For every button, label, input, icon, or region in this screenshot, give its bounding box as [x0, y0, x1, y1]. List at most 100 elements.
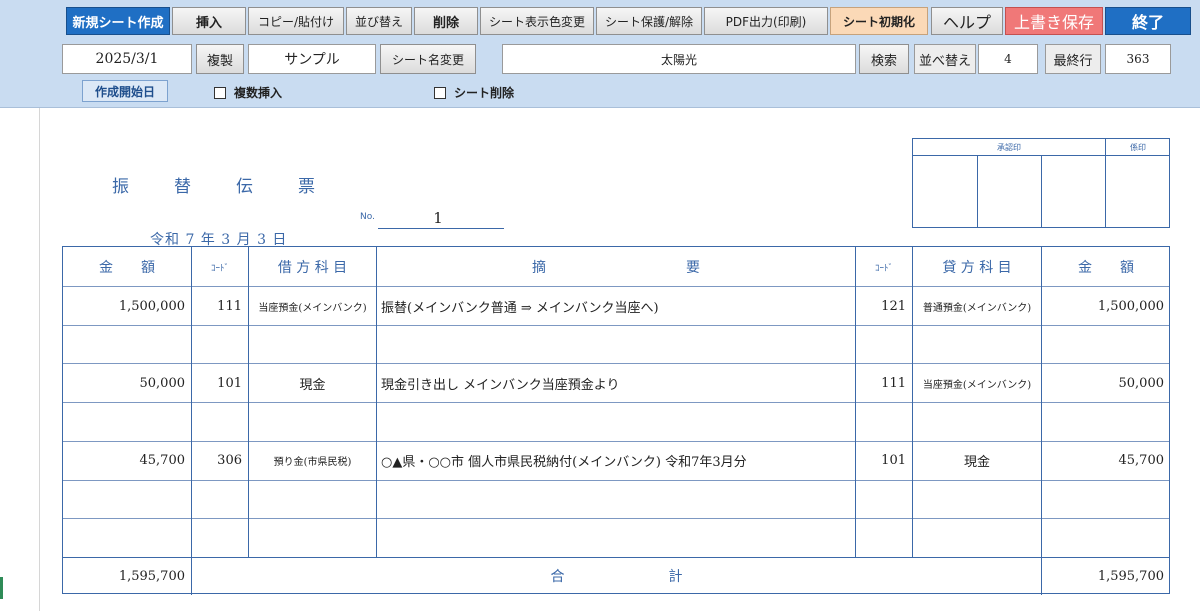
summary-cell[interactable]: ○▲県・○○市 個人市県民税納付(メインバンク) 令和7年3月分	[377, 442, 855, 480]
sort-button[interactable]: 並び替え	[346, 7, 412, 35]
date-input[interactable]: 2025/3/1	[62, 44, 192, 74]
overwrite-save-button[interactable]: 上書き保存	[1005, 7, 1103, 35]
debit-account-cell[interactable]	[249, 519, 376, 557]
debit-account-cell[interactable]	[249, 326, 376, 364]
row-gutter	[0, 108, 40, 611]
debit-amount-cell[interactable]	[63, 403, 191, 441]
column-divider	[191, 247, 192, 595]
sheet-protect-button[interactable]: シート保護/解除	[596, 7, 702, 35]
debit-code-cell[interactable]: 306	[192, 442, 248, 480]
total-label-char: 計	[668, 569, 683, 585]
debit-code-cell[interactable]	[192, 481, 248, 519]
credit-account-cell[interactable]: 当座預金(メインバンク)	[913, 364, 1041, 402]
exit-button[interactable]: 終了	[1105, 7, 1191, 35]
total-label: 合計	[192, 557, 1041, 595]
voucher-table: 金 額 ｺｰﾄﾞ 借 方 科 目 摘 要 ｺｰﾄﾞ 貸 方 科 目 金 額 1,…	[62, 246, 1170, 595]
total-label-char: 合	[550, 569, 565, 585]
debit-code-cell[interactable]	[192, 519, 248, 557]
stamp-divider	[977, 155, 978, 227]
header-credit-account: 貸 方 科 目	[942, 260, 1012, 276]
debit-account-cell[interactable]	[249, 481, 376, 519]
title-char: 振	[112, 177, 133, 197]
debit-account-cell[interactable]: 預り金(市県民税)	[249, 442, 376, 480]
delete-button[interactable]: 削除	[414, 7, 478, 35]
credit-code-cell[interactable]: 111	[856, 364, 912, 402]
sheet-tab-marker	[0, 577, 3, 599]
credit-code-cell[interactable]: 101	[856, 442, 912, 480]
sort-order-input[interactable]: 4	[978, 44, 1038, 74]
voucher-number[interactable]: 1	[378, 209, 498, 227]
voucher-title: 振替伝票	[112, 172, 360, 197]
title-char: 票	[298, 177, 319, 197]
debit-code-cell[interactable]	[192, 403, 248, 441]
search-button[interactable]: 検索	[859, 44, 909, 74]
insert-button[interactable]: 挿入	[172, 7, 246, 35]
credit-code-cell[interactable]: 121	[856, 287, 912, 325]
debit-account-cell[interactable]: 当座預金(メインバンク)	[249, 287, 376, 325]
column-divider	[376, 247, 377, 557]
debit-amount-cell[interactable]: 45,700	[63, 442, 191, 480]
column-divider	[912, 247, 913, 557]
debit-amount-cell[interactable]	[63, 326, 191, 364]
summary-cell[interactable]	[377, 326, 855, 364]
credit-account-cell[interactable]	[913, 519, 1041, 557]
debit-account-cell[interactable]: 現金	[249, 364, 376, 402]
credit-account-cell[interactable]	[913, 481, 1041, 519]
credit-account-cell[interactable]	[913, 403, 1041, 441]
title-char: 伝	[236, 177, 257, 197]
summary-cell[interactable]	[377, 403, 855, 441]
search-input[interactable]: 太陽光	[502, 44, 856, 74]
debit-code-cell[interactable]	[192, 326, 248, 364]
debit-amount-cell[interactable]	[63, 481, 191, 519]
credit-account-cell[interactable]: 現金	[913, 442, 1041, 480]
debit-code-cell[interactable]: 111	[192, 287, 248, 325]
help-button[interactable]: ヘルプ	[931, 7, 1003, 35]
header-credit-amount: 金 額	[1078, 260, 1134, 276]
multi-insert-checkbox[interactable]: 複数挿入	[214, 84, 282, 101]
voucher-number-underline	[378, 228, 504, 229]
credit-code-cell[interactable]	[856, 519, 912, 557]
staff-stamp-label: 係印	[1130, 142, 1146, 152]
credit-code-cell[interactable]	[856, 326, 912, 364]
column-divider	[855, 247, 856, 557]
debit-amount-cell[interactable]: 1,500,000	[63, 287, 191, 325]
sheet-delete-checkbox[interactable]: シート削除	[434, 84, 514, 101]
pdf-output-button[interactable]: PDF出力(印刷)	[704, 7, 828, 35]
credit-amount-cell[interactable]: 45,700	[1042, 442, 1170, 480]
credit-amount-cell[interactable]: 50,000	[1042, 364, 1170, 402]
total-debit-amount: 1,595,700	[118, 568, 185, 584]
credit-amount-cell[interactable]	[1042, 403, 1170, 441]
credit-code-cell[interactable]	[856, 403, 912, 441]
credit-amount-cell[interactable]	[1042, 326, 1170, 364]
summary-cell[interactable]: 振替(メインバンク普通 ⇒ メインバンク当座へ)	[377, 287, 855, 325]
summary-cell[interactable]	[377, 519, 855, 557]
duplicate-button[interactable]: 複製	[196, 44, 244, 74]
debit-code-cell[interactable]: 101	[192, 364, 248, 402]
credit-account-cell[interactable]: 普通預金(メインバンク)	[913, 287, 1041, 325]
stamp-box: 承認印 係印	[912, 138, 1170, 228]
total-credit-amount: 1,595,700	[1097, 568, 1164, 584]
toolbar-ribbon: 新規シート作成 挿入 コピー/貼付け 並び替え 削除 シート表示色変更 シート保…	[0, 0, 1200, 108]
new-sheet-button[interactable]: 新規シート作成	[66, 7, 170, 35]
debit-account-cell[interactable]	[249, 403, 376, 441]
rename-sheet-button[interactable]: シート名変更	[380, 44, 476, 74]
credit-code-cell[interactable]	[856, 481, 912, 519]
credit-amount-cell[interactable]	[1042, 481, 1170, 519]
last-row-input[interactable]: 363	[1105, 44, 1171, 74]
sheet-init-button[interactable]: シート初期化	[830, 7, 928, 35]
debit-amount-cell[interactable]	[63, 519, 191, 557]
header-debit-code: ｺｰﾄﾞ	[210, 263, 229, 274]
sheet-color-button[interactable]: シート表示色変更	[480, 7, 594, 35]
copy-paste-button[interactable]: コピー/貼付け	[248, 7, 344, 35]
summary-cell[interactable]: 現金引き出し メインバンク当座預金より	[377, 364, 855, 402]
debit-amount-cell[interactable]: 50,000	[63, 364, 191, 402]
checkbox-icon	[214, 86, 226, 99]
credit-account-cell[interactable]	[913, 326, 1041, 364]
sheet-delete-label: シート削除	[454, 86, 515, 100]
sheet-name-input[interactable]: サンプル	[248, 44, 376, 74]
credit-amount-cell[interactable]	[1042, 519, 1170, 557]
start-date-tag: 作成開始日	[82, 80, 168, 102]
credit-amount-cell[interactable]: 1,500,000	[1042, 287, 1170, 325]
last-row-label: 最終行	[1045, 44, 1101, 74]
summary-cell[interactable]	[377, 481, 855, 519]
